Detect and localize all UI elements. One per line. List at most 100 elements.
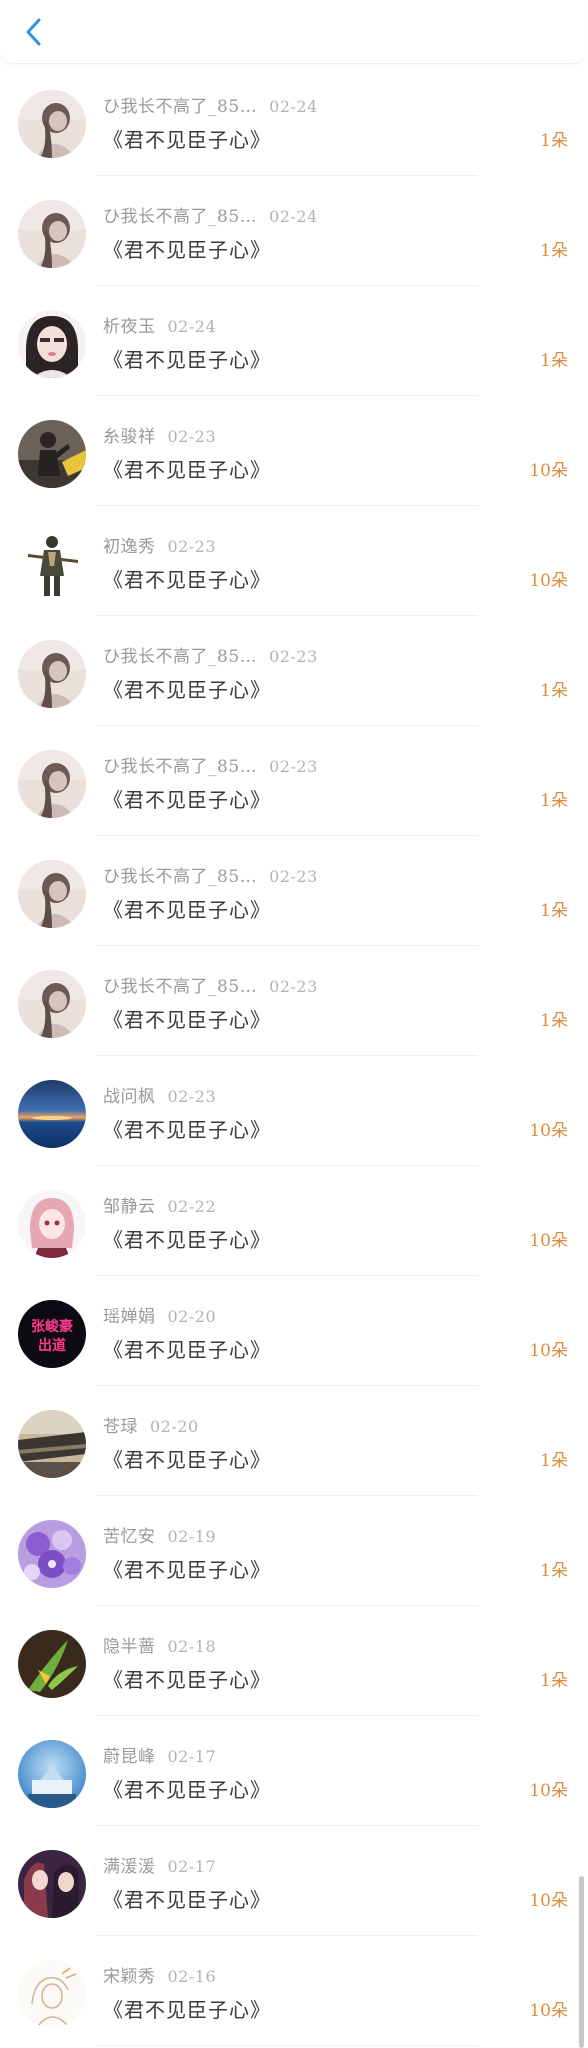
avatar[interactable] bbox=[18, 1850, 86, 1918]
send-date: 02-19 bbox=[167, 1527, 217, 1546]
send-date: 02-20 bbox=[150, 1417, 199, 1436]
sender-name-text: 瑶婵娟 bbox=[103, 1307, 156, 1327]
flower-count: 1朵 bbox=[540, 791, 568, 811]
send-date: 02-22 bbox=[167, 1197, 217, 1216]
send-date: 02-17 bbox=[167, 1747, 217, 1766]
avatar[interactable] bbox=[18, 1960, 86, 2028]
list-item[interactable]: 宋颖秀 02-16 《君不见臣子心》 10朵 bbox=[0, 1936, 588, 2046]
scrollbar[interactable] bbox=[579, 1876, 584, 2048]
flower-count: 10朵 bbox=[529, 1891, 568, 1911]
list-item[interactable]: 苦忆安 02-19 《君不见臣子心》 1朵 bbox=[0, 1496, 588, 1606]
avatar[interactable] bbox=[18, 640, 86, 708]
avatar[interactable] bbox=[18, 970, 86, 1038]
avatar[interactable] bbox=[18, 1080, 86, 1148]
list-item[interactable]: ひ我长不高了_85… 02-24 《君不见臣子心》 1朵 bbox=[0, 176, 588, 286]
flower-count: 1朵 bbox=[540, 351, 568, 371]
sender-name: 蔚昆峰 02-17 bbox=[103, 1742, 216, 1767]
avatar[interactable]: 张峻豪 出道 bbox=[18, 1300, 86, 1368]
flower-count: 10朵 bbox=[529, 571, 568, 591]
gift-work-title: 《君不见臣子心》 bbox=[103, 1778, 271, 1802]
flower-count: 1朵 bbox=[540, 681, 568, 701]
list-item[interactable]: 析夜玉 02-24 《君不见臣子心》 1朵 bbox=[0, 286, 588, 396]
send-date: 02-23 bbox=[167, 537, 217, 556]
list-item[interactable]: 张峻豪 出道 瑶婵娟 02-20 《君不见臣子心》 10朵 bbox=[0, 1276, 588, 1386]
avatar[interactable] bbox=[18, 860, 86, 928]
gift-work-title: 《君不见臣子心》 bbox=[103, 1118, 271, 1142]
gift-work-title: 《君不见臣子心》 bbox=[103, 568, 271, 592]
avatar[interactable] bbox=[18, 530, 86, 598]
avatar[interactable] bbox=[18, 90, 86, 158]
sender-name-text: 糸骏祥 bbox=[103, 427, 156, 447]
gift-work-title: 《君不见臣子心》 bbox=[103, 788, 271, 812]
gift-work-title: 《君不见臣子心》 bbox=[103, 1558, 271, 1582]
send-date: 02-23 bbox=[269, 977, 318, 996]
flower-count: 1朵 bbox=[540, 131, 568, 151]
sender-name-text: 初逸秀 bbox=[103, 537, 156, 557]
send-date: 02-24 bbox=[269, 97, 318, 116]
back-button[interactable] bbox=[16, 14, 52, 50]
list-item[interactable]: ひ我长不高了_85… 02-23 《君不见臣子心》 1朵 bbox=[0, 726, 588, 836]
flower-count: 1朵 bbox=[540, 901, 568, 921]
flower-count: 10朵 bbox=[529, 1231, 568, 1251]
gift-work-title: 《君不见臣子心》 bbox=[103, 238, 271, 262]
sender-name-text: 蔚昆峰 bbox=[103, 1747, 156, 1767]
flower-count: 1朵 bbox=[540, 1011, 568, 1031]
flower-count: 1朵 bbox=[540, 1561, 568, 1581]
list-item[interactable]: 糸骏祥 02-23 《君不见臣子心》 10朵 bbox=[0, 396, 588, 506]
avatar[interactable] bbox=[18, 750, 86, 818]
sender-name-text: 苍琭 bbox=[103, 1417, 138, 1437]
list-item[interactable]: ひ我长不高了_85… 02-23 《君不见臣子心》 1朵 bbox=[0, 616, 588, 726]
sender-name: ひ我长不高了_85… 02-24 bbox=[103, 92, 318, 117]
avatar[interactable] bbox=[18, 310, 86, 378]
send-date: 02-23 bbox=[167, 427, 217, 446]
gift-work-title: 《君不见臣子心》 bbox=[103, 1228, 271, 1252]
send-date: 02-20 bbox=[167, 1307, 217, 1326]
send-date: 02-23 bbox=[269, 757, 318, 776]
sender-name: 苍琭 02-20 bbox=[103, 1412, 199, 1437]
flower-count: 10朵 bbox=[529, 461, 568, 481]
avatar[interactable] bbox=[18, 1520, 86, 1588]
svg-text:张峻豪: 张峻豪 bbox=[31, 1318, 73, 1335]
avatar[interactable] bbox=[18, 420, 86, 488]
avatar[interactable] bbox=[18, 1630, 86, 1698]
sender-name: 析夜玉 02-24 bbox=[103, 312, 216, 337]
top-bar bbox=[0, 0, 586, 64]
list-item[interactable]: ひ我长不高了_85… 02-23 《君不见臣子心》 1朵 bbox=[0, 836, 588, 946]
gift-work-title: 《君不见臣子心》 bbox=[103, 678, 271, 702]
avatar[interactable] bbox=[18, 1190, 86, 1258]
list-item[interactable]: 苍琭 02-20 《君不见臣子心》 1朵 bbox=[0, 1386, 588, 1496]
gift-work-title: 《君不见臣子心》 bbox=[103, 1448, 271, 1472]
sender-name-text: 苦忆安 bbox=[103, 1527, 156, 1547]
avatar[interactable] bbox=[18, 1740, 86, 1808]
flower-count: 10朵 bbox=[529, 1781, 568, 1801]
send-date: 02-18 bbox=[167, 1637, 217, 1656]
gift-work-title: 《君不见臣子心》 bbox=[103, 1008, 271, 1032]
sender-name-text: ひ我长不高了_85… bbox=[103, 97, 258, 117]
list-item[interactable]: ひ我长不高了_85… 02-24 《君不见臣子心》 1朵 bbox=[0, 66, 588, 176]
gift-work-title: 《君不见臣子心》 bbox=[103, 1888, 271, 1912]
sender-name: 战问枫 02-23 bbox=[103, 1082, 216, 1107]
gift-work-title: 《君不见臣子心》 bbox=[103, 128, 271, 152]
sender-name: 满湲湲 02-17 bbox=[103, 1852, 216, 1877]
list-item[interactable]: 满湲湲 02-17 《君不见臣子心》 10朵 bbox=[0, 1826, 588, 1936]
gift-work-title: 《君不见臣子心》 bbox=[103, 1668, 271, 1692]
avatar[interactable] bbox=[18, 1410, 86, 1478]
avatar[interactable] bbox=[18, 200, 86, 268]
send-date: 02-17 bbox=[167, 1857, 217, 1876]
list-item[interactable]: ひ我长不高了_85… 02-23 《君不见臣子心》 1朵 bbox=[0, 946, 588, 1056]
list-item[interactable]: 战问枫 02-23 《君不见臣子心》 10朵 bbox=[0, 1056, 588, 1166]
list-item[interactable]: 隐半蔷 02-18 《君不见臣子心》 1朵 bbox=[0, 1606, 588, 1716]
sender-name: 邹静云 02-22 bbox=[103, 1192, 216, 1217]
gift-work-title: 《君不见臣子心》 bbox=[103, 458, 271, 482]
gift-record-list: ひ我长不高了_85… 02-24 《君不见臣子心》 1朵 ひ我长不高了_85… 02-2… bbox=[0, 66, 588, 2046]
sender-name-text: 隐半蔷 bbox=[103, 1637, 156, 1657]
svg-text:出道: 出道 bbox=[38, 1337, 66, 1354]
send-date: 02-24 bbox=[167, 317, 217, 336]
gift-work-title: 《君不见臣子心》 bbox=[103, 348, 271, 372]
sender-name-text: ひ我长不高了_85… bbox=[103, 757, 258, 777]
list-item[interactable]: 邹静云 02-22 《君不见臣子心》 10朵 bbox=[0, 1166, 588, 1276]
send-date: 02-16 bbox=[167, 1967, 217, 1986]
sender-name-text: 满湲湲 bbox=[103, 1857, 156, 1877]
list-item[interactable]: 蔚昆峰 02-17 《君不见臣子心》 10朵 bbox=[0, 1716, 588, 1826]
list-item[interactable]: 初逸秀 02-23 《君不见臣子心》 10朵 bbox=[0, 506, 588, 616]
